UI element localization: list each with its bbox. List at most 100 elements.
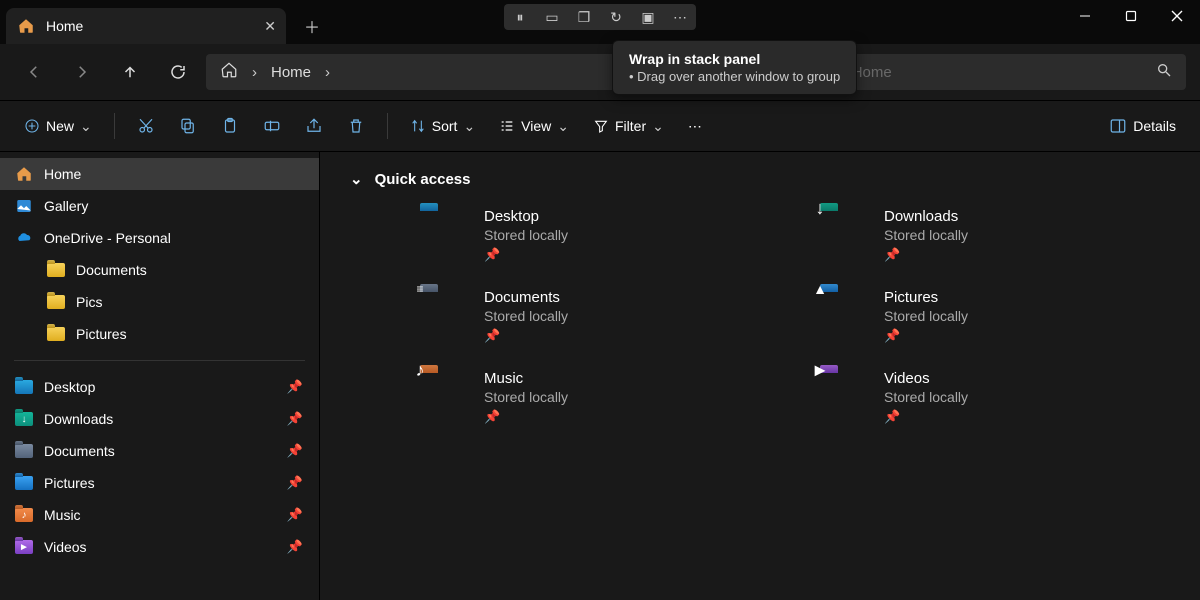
folder-icon: [46, 292, 66, 312]
tile-videos[interactable]: ► Videos Stored locally 📌: [820, 370, 1160, 425]
quick-access-grid: Desktop Stored locally 📌 ↓ Downloads Sto…: [420, 208, 1170, 425]
loop-icon[interactable]: ↻: [600, 4, 632, 30]
view-button[interactable]: View ⌄: [489, 108, 579, 144]
stack-icon[interactable]: ❐: [568, 4, 600, 30]
tooltip-subtitle: • Drag over another window to group: [629, 69, 840, 84]
pin-icon: 📌: [884, 409, 968, 425]
tile-subtitle: Stored locally: [884, 227, 968, 243]
more-button[interactable]: ⋯: [678, 108, 712, 144]
more-icon[interactable]: ⋯: [664, 4, 696, 30]
folder-icon: [46, 324, 66, 344]
section-title: Quick access: [375, 171, 471, 188]
separator: [14, 360, 305, 361]
cut-button[interactable]: [127, 108, 165, 144]
breadcrumb-location[interactable]: Home: [271, 64, 311, 81]
sidebar-item-onedrive-pictures[interactable]: Pictures: [0, 318, 319, 350]
sidebar-item-downloads[interactable]: ↓ Downloads 📌: [0, 403, 319, 435]
close-tab-icon[interactable]: ✕: [264, 18, 276, 35]
sidebar-item-home[interactable]: Home: [0, 158, 319, 190]
copy-button[interactable]: [169, 108, 207, 144]
tile-pictures[interactable]: ▲ Pictures Stored locally 📌: [820, 289, 1160, 344]
sidebar-item-label: Documents: [44, 443, 115, 459]
sidebar-item-label: Pictures: [76, 326, 127, 342]
chevron-right-icon: ›: [252, 64, 257, 81]
sort-button[interactable]: Sort ⌄: [400, 108, 485, 144]
sidebar-item-gallery[interactable]: Gallery: [0, 190, 319, 222]
sidebar-item-documents[interactable]: Documents 📌: [0, 435, 319, 467]
sidebar-item-pictures[interactable]: Pictures 📌: [0, 467, 319, 499]
delete-button[interactable]: [337, 108, 375, 144]
sidebar-item-label: OneDrive - Personal: [44, 230, 171, 246]
chevron-down-icon: ⌄: [557, 118, 569, 135]
sidebar: Home Gallery OneDrive - Personal Documen…: [0, 152, 320, 600]
pin-icon: 📌: [484, 328, 568, 344]
sidebar-item-label: Pics: [76, 294, 102, 310]
pause-icon[interactable]: ⏸: [504, 4, 536, 30]
pin-icon: 📌: [287, 539, 303, 555]
pip-icon[interactable]: ▣: [632, 4, 664, 30]
tile-subtitle: Stored locally: [484, 389, 568, 405]
pictures-icon: [14, 473, 34, 493]
tile-name: Pictures: [884, 289, 968, 306]
share-button[interactable]: [295, 108, 333, 144]
content-area: ⌄ Quick access Desktop Stored locally 📌 …: [320, 152, 1200, 600]
rename-button[interactable]: [253, 108, 291, 144]
filter-button[interactable]: Filter ⌄: [583, 108, 674, 144]
search-icon[interactable]: [1156, 62, 1172, 82]
pin-icon: 📌: [884, 247, 968, 263]
downloads-icon: ↓: [14, 409, 34, 429]
sidebar-item-videos[interactable]: ► Videos 📌: [0, 531, 319, 563]
documents-icon: [14, 441, 34, 461]
split-horizontal-icon[interactable]: ▭: [536, 4, 568, 30]
home-icon: [14, 164, 34, 184]
section-quick-access[interactable]: ⌄ Quick access: [350, 170, 1170, 188]
tile-name: Downloads: [884, 208, 968, 225]
up-button[interactable]: [110, 54, 150, 90]
sidebar-item-desktop[interactable]: Desktop 📌: [0, 371, 319, 403]
sidebar-item-onedrive-pics[interactable]: Pics: [0, 286, 319, 318]
tile-documents[interactable]: ≡ Documents Stored locally 📌: [420, 289, 760, 344]
view-label: View: [521, 118, 551, 134]
tile-downloads[interactable]: ↓ Downloads Stored locally 📌: [820, 208, 1160, 263]
tooltip-stack-panel: Wrap in stack panel • Drag over another …: [612, 40, 857, 95]
pin-icon: 📌: [287, 379, 303, 395]
pin-icon: 📌: [287, 475, 303, 491]
pin-icon: 📌: [287, 507, 303, 523]
sidebar-item-onedrive-documents[interactable]: Documents: [0, 254, 319, 286]
close-button[interactable]: [1154, 0, 1200, 32]
minimize-button[interactable]: [1062, 0, 1108, 32]
pin-icon: 📌: [484, 409, 568, 425]
chevron-right-icon[interactable]: ›: [325, 64, 330, 81]
desktop-icon: [14, 377, 34, 397]
details-pane-button[interactable]: Details: [1099, 108, 1186, 144]
chevron-down-icon: ⌄: [463, 118, 475, 135]
sort-label: Sort: [432, 118, 458, 134]
tile-desktop[interactable]: Desktop Stored locally 📌: [420, 208, 760, 263]
tile-subtitle: Stored locally: [884, 389, 968, 405]
sidebar-item-label: Videos: [44, 539, 87, 555]
nav-bar: › Home › Search Home: [0, 44, 1200, 100]
videos-icon: ►: [14, 537, 34, 557]
sidebar-item-onedrive[interactable]: OneDrive - Personal: [0, 222, 319, 254]
new-tab-button[interactable]: ＋: [294, 8, 330, 44]
chevron-down-icon: ⌄: [652, 118, 664, 135]
home-icon: [16, 16, 36, 36]
window-snap-toolbar[interactable]: ⏸ ▭ ❐ ↻ ▣ ⋯: [504, 4, 696, 30]
onedrive-icon: [14, 228, 34, 248]
forward-button[interactable]: [62, 54, 102, 90]
chevron-down-icon: ⌄: [80, 118, 92, 135]
sidebar-item-music[interactable]: ♪ Music 📌: [0, 499, 319, 531]
sidebar-item-label: Downloads: [44, 411, 113, 427]
sidebar-item-label: Home: [44, 166, 81, 182]
tile-name: Desktop: [484, 208, 568, 225]
folder-icon: [46, 260, 66, 280]
pin-icon: 📌: [884, 328, 968, 344]
refresh-button[interactable]: [158, 54, 198, 90]
pin-icon: 📌: [484, 247, 568, 263]
tile-music[interactable]: ♪ Music Stored locally 📌: [420, 370, 760, 425]
back-button[interactable]: [14, 54, 54, 90]
paste-button[interactable]: [211, 108, 249, 144]
new-button[interactable]: New ⌄: [14, 108, 102, 144]
maximize-button[interactable]: [1108, 0, 1154, 32]
tab-home[interactable]: Home ✕: [6, 8, 286, 44]
